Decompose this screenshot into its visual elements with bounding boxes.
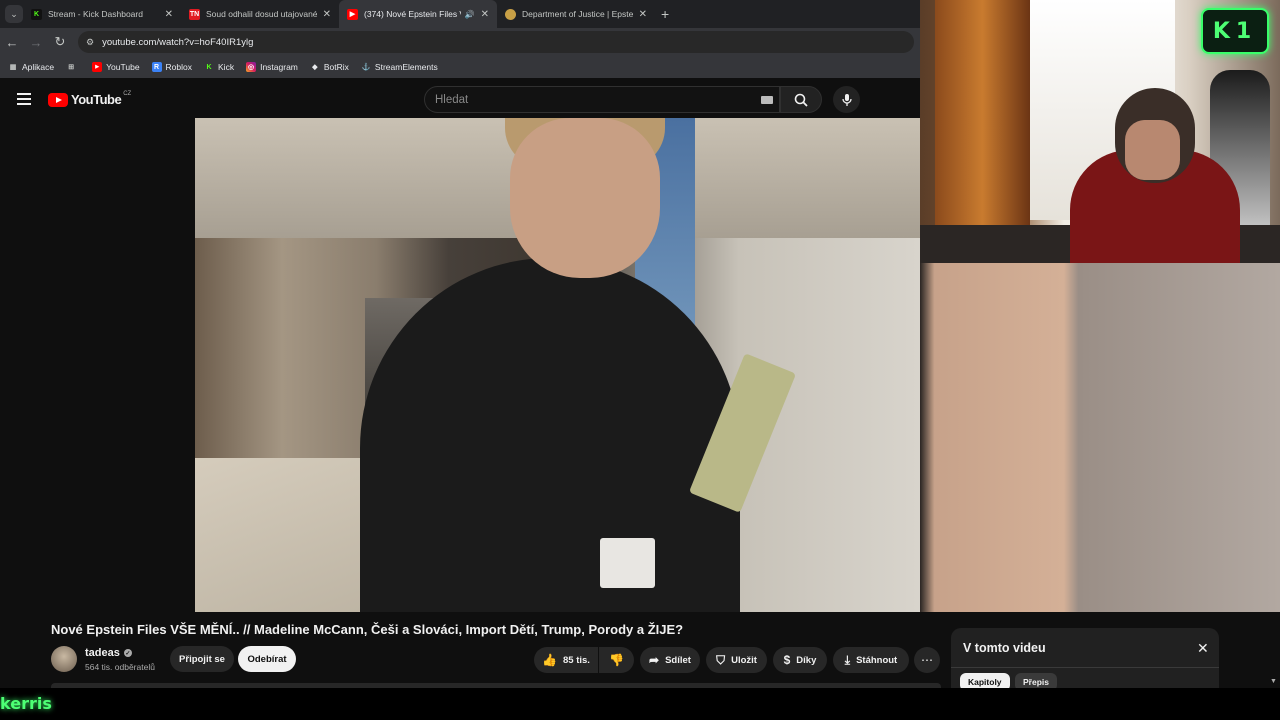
instagram-icon: ◎ [246,62,257,72]
video-frame-badge [600,538,655,588]
botrix-icon: ◆ [312,64,318,71]
panel-divider [951,667,1219,668]
join-button[interactable]: Připojit se [170,646,234,672]
thumbs-up-icon: 👍 [542,653,557,667]
video-player[interactable] [195,118,920,612]
keyboard-icon[interactable] [761,96,773,104]
streamer-name-overlay: kerris [0,694,52,713]
address-bar[interactable]: ⚙ youtube.com/watch?v=hoF40IR1ylg [78,31,914,53]
search-icon [794,93,808,107]
browser-tab-bar: ⌄ K Stream - Kick Dashboard ✕ TN Soud od… [0,0,920,28]
share-icon: ➦ [649,653,660,667]
bookmark-youtube[interactable]: ▶ YouTube [92,62,140,72]
webcam-curtain [935,0,1030,263]
youtube-play-icon [48,92,68,107]
url-text: youtube.com/watch?v=hoF40IR1ylg [102,36,254,48]
bookmark-icon: ⛉ [716,652,726,667]
download-button[interactable]: ⤓ Stáhnout [833,647,909,673]
save-button[interactable]: ⛉ Uložit [706,647,767,673]
search-button[interactable] [780,86,822,113]
close-tab-icon[interactable]: ✕ [639,9,647,20]
k1-badge: K1 [1201,8,1269,54]
more-actions-button[interactable]: ⋯ [914,647,940,673]
browser-toolbar: ← → ↻ ⚙ youtube.com/watch?v=hoF40IR1ylg [0,28,920,56]
grid-icon: ⊞ [68,64,75,71]
stream-bottom-strip [0,688,1280,720]
video-frame-head [510,118,660,278]
back-button[interactable]: ← [0,35,24,50]
bookmark-botrix[interactable]: ◆ BotRix [310,62,349,72]
video-title: Nové Epstein Files VŠE MĚNÍ.. // Madelin… [51,622,684,637]
apps-icon: ▦ [9,64,17,71]
doj-seal-icon [505,8,516,20]
close-tab-icon[interactable]: ✕ [165,9,173,20]
tab-youtube-video[interactable]: ▶ (374) Nové Epstein Files VŠ 🔊 ✕ [339,0,497,28]
microphone-icon [841,93,852,106]
youtube-icon: ▶ [347,8,358,20]
thanks-icon: $ [783,653,791,667]
subscriber-count: 564 tis. odběratelů [85,662,155,672]
channel-name[interactable]: tadeas ✓ [85,647,132,659]
subscribe-button[interactable]: Odebírat [238,646,296,672]
bookmark-instagram[interactable]: ◎ Instagram [246,62,298,72]
bookmark-kick[interactable]: K Kick [204,62,234,72]
tab-news-article[interactable]: TN Soud odhalil dosud utajované d ✕ [181,0,339,28]
tab-search-button[interactable]: ⌄ [5,5,23,23]
verified-icon: ✓ [123,649,132,657]
speaker-icon[interactable]: 🔊 [465,10,475,19]
menu-icon[interactable] [17,93,31,105]
roblox-icon: R [151,62,162,72]
reload-button[interactable]: ↻ [48,34,72,50]
tab-department-of-justice[interactable]: Department of Justice | Epstein ✕ [497,0,655,28]
youtube-header: YouTube CZ Hledat [0,81,920,118]
tn-icon: TN [189,8,200,20]
dislike-button[interactable]: 👎 [599,647,634,673]
thanks-button[interactable]: $ Díky [773,647,827,673]
screen: ⌄ K Stream - Kick Dashboard ✕ TN Soud od… [0,0,1280,720]
close-icon[interactable]: ✕ [1197,640,1209,657]
download-icon: ⤓ [844,652,851,667]
like-button[interactable]: 👍 85 tis. [534,647,598,673]
panel-title: V tomto videu [963,641,1046,655]
youtube-logo[interactable]: YouTube CZ [48,91,131,107]
in-this-video-panel: V tomto videu ✕ Kapitoly Přepis [951,628,1219,691]
kick-icon: K [31,8,42,20]
bookmarks-bar: ▦ Aplikace ⊞ ▶ YouTube R Roblox K Kick ◎… [0,56,920,78]
kick-icon: K [206,63,212,71]
voice-search-button[interactable] [833,86,860,113]
more-icon: ⋯ [921,653,933,667]
share-button[interactable]: ➦ Sdílet [640,647,700,673]
scroll-down-icon[interactable]: ▼ [1270,678,1277,685]
bookmark-roblox[interactable]: R Roblox [151,62,192,72]
site-info-icon[interactable]: ⚙ [86,37,94,48]
close-tab-icon[interactable]: ✕ [323,9,331,20]
webcam-streamer-face [1125,120,1180,180]
close-tab-icon[interactable]: ✕ [481,9,489,20]
bookmark-grid[interactable]: ⊞ [66,62,80,72]
forward-button[interactable]: → [24,35,48,50]
bookmark-streamelements[interactable]: ⚓ StreamElements [361,62,438,72]
youtube-icon: ▶ [92,62,103,72]
tab-kick-dashboard[interactable]: K Stream - Kick Dashboard ✕ [23,0,181,28]
channel-avatar[interactable] [51,646,77,672]
bookmark-aplikace[interactable]: ▦ Aplikace [8,62,54,72]
new-tab-button[interactable]: + [661,6,669,22]
video-side-area [920,263,1280,612]
search-input[interactable]: Hledat [424,86,780,113]
thumbs-down-icon: 👎 [609,653,624,667]
streamelements-icon: ⚓ [361,64,371,71]
